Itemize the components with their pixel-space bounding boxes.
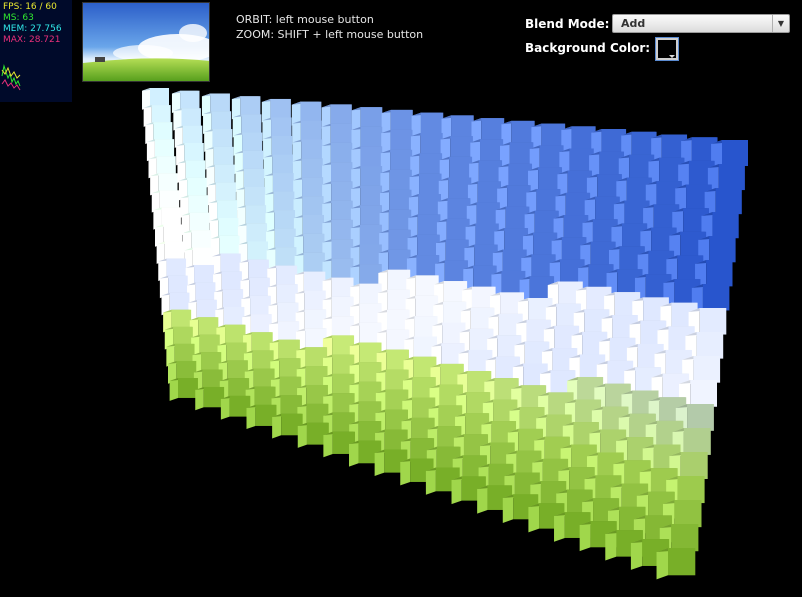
voxel-cube — [656, 548, 696, 580]
controls-help: ORBIT: left mouse button ZOOM: SHIFT + l… — [236, 12, 423, 42]
orbit-hint: ORBIT: left mouse button — [236, 13, 374, 26]
fps-counter: FPS: 16 / 60 — [3, 2, 57, 12]
blend-mode-value: Add — [621, 17, 646, 30]
voxel-cube — [195, 386, 225, 411]
cube-grid-render — [142, 88, 748, 580]
max-counter: MAX: 28.721 — [3, 35, 61, 45]
background-color-label: Background Color: — [525, 41, 651, 55]
mem-counter: MEM: 27.756 — [3, 24, 62, 34]
stats-graph — [1, 64, 21, 91]
background-color-picker[interactable] — [656, 38, 678, 60]
blend-mode-label: Blend Mode: — [525, 17, 610, 31]
landscape-image — [83, 3, 209, 81]
caret-down-icon — [669, 55, 675, 58]
voxel-cube — [169, 378, 198, 401]
zoom-hint: ZOOM: SHIFT + left mouse button — [236, 28, 424, 41]
voxel-cube — [246, 404, 277, 430]
voxel-cube — [220, 395, 251, 420]
source-image-thumbnail — [82, 2, 210, 82]
controls-panel: Blend Mode: Add ▼ Background Color: — [525, 13, 795, 65]
3d-viewport[interactable] — [0, 0, 802, 597]
dropdown-arrow-icon: ▼ — [772, 15, 789, 32]
stats-panel[interactable]: FPS: 16 / 60 MS: 63 MEM: 27.756 MAX: 28.… — [0, 0, 72, 102]
blend-mode-dropdown[interactable]: Add ▼ — [612, 14, 790, 33]
ms-counter: MS: 63 — [3, 13, 34, 23]
